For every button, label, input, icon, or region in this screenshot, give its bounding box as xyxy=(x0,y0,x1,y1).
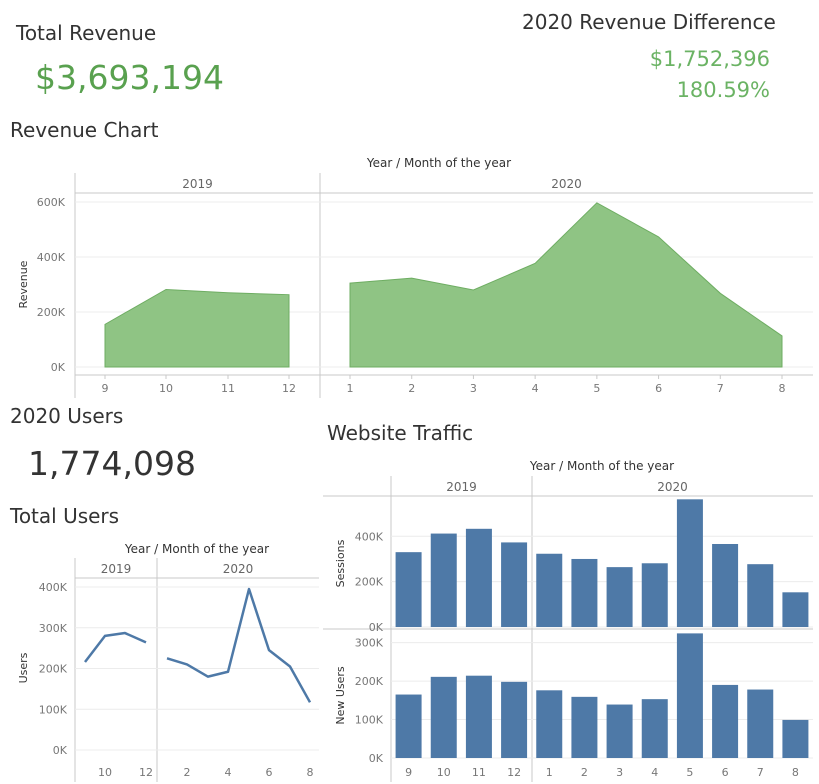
traffic-group-label: 2020 xyxy=(657,480,688,494)
users-chart-header: Year / Month of the year xyxy=(124,542,269,556)
revenue-area-2019 xyxy=(104,288,290,368)
traffic-bar-sessions xyxy=(712,543,739,627)
traffic-group-label: 2019 xyxy=(446,480,477,494)
users-y-tick-label: 200K xyxy=(39,663,68,676)
traffic-x-tick-label: 7 xyxy=(757,766,764,779)
revenue-x-tick-label: 4 xyxy=(532,382,539,395)
traffic-bar-new-users xyxy=(747,689,774,758)
users-y-tick-label: 400K xyxy=(39,581,68,594)
traffic-y-tick-label: 0K xyxy=(369,752,384,765)
traffic-bar-new-users xyxy=(712,684,739,758)
users-x-tick-label: 6 xyxy=(266,766,273,779)
revenue-x-tick-label: 1 xyxy=(347,382,354,395)
revenue-x-tick-label: 9 xyxy=(102,382,109,395)
users-y-tick-label: 100K xyxy=(39,703,68,716)
users-x-tick-label: 2 xyxy=(184,766,191,779)
traffic-bar-sessions xyxy=(501,542,528,627)
traffic-bar-sessions xyxy=(676,499,703,627)
revenue-x-tick-label: 10 xyxy=(159,382,173,395)
traffic-x-tick-label: 5 xyxy=(686,766,693,779)
revenue-y-tick-label: 200K xyxy=(37,306,66,319)
users-x-tick-label: 8 xyxy=(307,766,314,779)
traffic-x-tick-label: 1 xyxy=(546,766,553,779)
users-group-label: 2020 xyxy=(223,562,254,576)
traffic-bar-new-users xyxy=(606,704,633,758)
revenue-y-tick-label: 600K xyxy=(37,196,66,209)
traffic-x-tick-label: 9 xyxy=(405,766,412,779)
traffic-bar-sessions xyxy=(536,553,563,627)
users-y-tick-label: 0K xyxy=(53,744,68,757)
users-line-2019 xyxy=(84,631,147,663)
users-x-tick-label: 4 xyxy=(225,766,232,779)
revenue-y-axis-label: Revenue xyxy=(17,260,30,308)
traffic-y-tick-label: 100K xyxy=(355,714,384,727)
revenue-x-tick-label: 11 xyxy=(221,382,235,395)
revenue-y-tick-label: 400K xyxy=(37,251,66,264)
traffic-bar-sessions xyxy=(747,564,774,627)
dashboard-charts: Year / Month of the year2019 20200K200K40… xyxy=(17,156,813,782)
traffic-y-tick-label: 200K xyxy=(355,576,384,589)
traffic-x-tick-label: 3 xyxy=(616,766,623,779)
revenue-x-tick-label: 8 xyxy=(779,382,786,395)
traffic-bar-new-users xyxy=(676,633,703,758)
traffic-y-tick-label: 300K xyxy=(355,637,384,650)
revenue-x-tick-label: 12 xyxy=(282,382,296,395)
traffic-x-tick-label: 6 xyxy=(722,766,729,779)
revenue-x-tick-label: 7 xyxy=(717,382,724,395)
traffic-y-axis-label: New Users xyxy=(334,666,347,725)
traffic-bar-sessions xyxy=(641,563,668,627)
traffic-bar-sessions xyxy=(465,528,492,627)
traffic-y-tick-label: 0K xyxy=(369,621,384,634)
traffic-y-tick-label: 400K xyxy=(355,530,384,543)
traffic-x-tick-label: 11 xyxy=(472,766,486,779)
traffic-bar-sessions xyxy=(395,552,422,627)
revenue-group-label: 2019 xyxy=(182,177,213,191)
traffic-chart-header: Year / Month of the year xyxy=(529,459,674,473)
revenue-x-tick-label: 6 xyxy=(655,382,662,395)
users-group-label: 2019 xyxy=(101,562,132,576)
traffic-y-axis-label: Sessions xyxy=(334,539,347,587)
traffic-bar-new-users xyxy=(430,676,457,758)
traffic-y-tick-label: 200K xyxy=(355,675,384,688)
traffic-bar-new-users xyxy=(571,696,598,758)
traffic-bar-sessions xyxy=(571,558,598,627)
traffic-x-tick-label: 4 xyxy=(651,766,658,779)
traffic-x-tick-label: 2 xyxy=(581,766,588,779)
traffic-bar-sessions xyxy=(782,592,809,627)
revenue-x-tick-label: 5 xyxy=(593,382,600,395)
users-line-2020 xyxy=(166,587,312,703)
traffic-x-tick-label: 12 xyxy=(507,766,521,779)
traffic-bar-new-users xyxy=(395,694,422,758)
revenue-x-tick-label: 2 xyxy=(408,382,415,395)
users-x-tick-label: 10 xyxy=(98,766,112,779)
users-x-tick-label: 12 xyxy=(139,766,153,779)
traffic-bar-new-users xyxy=(465,675,492,758)
traffic-bar-new-users xyxy=(536,690,563,758)
traffic-bar-sessions xyxy=(430,533,457,627)
traffic-x-tick-label: 10 xyxy=(437,766,451,779)
revenue-y-tick-label: 0K xyxy=(51,361,66,374)
revenue-x-tick-label: 3 xyxy=(470,382,477,395)
revenue-group-label: 2020 xyxy=(551,177,582,191)
traffic-x-tick-label: 8 xyxy=(792,766,799,779)
traffic-bar-sessions xyxy=(606,567,633,627)
traffic-bar-new-users xyxy=(782,719,809,758)
users-y-tick-label: 300K xyxy=(39,622,68,635)
revenue-area-2020 xyxy=(349,202,783,368)
traffic-bar-new-users xyxy=(501,681,528,758)
users-y-axis-label: Users xyxy=(17,652,30,683)
revenue-chart-header: Year / Month of the year xyxy=(366,156,511,170)
traffic-bar-new-users xyxy=(641,699,668,758)
